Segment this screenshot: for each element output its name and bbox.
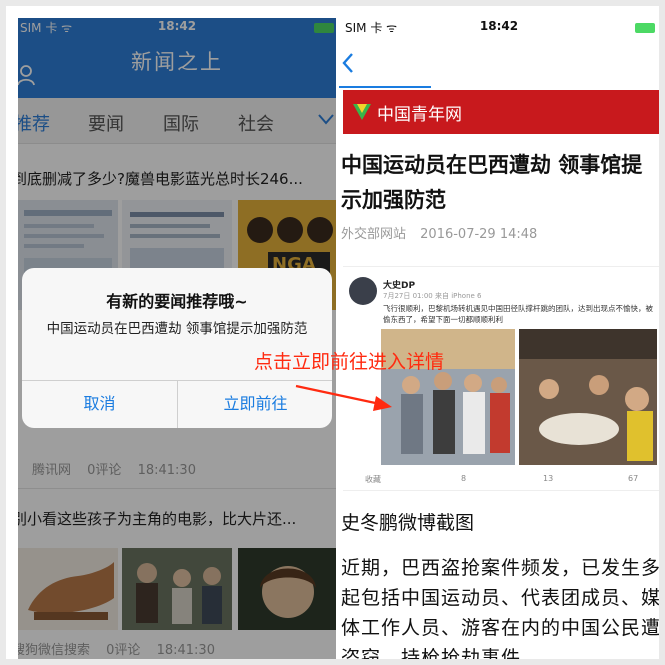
- source-name: 外交部网站: [341, 227, 407, 242]
- weibo-photo: [519, 329, 657, 465]
- publish-datetime: 2016-07-29 14:48: [420, 227, 538, 242]
- body-line: 近期，巴西盗抢案件频发，已发生多: [341, 557, 659, 579]
- avatar: [349, 277, 377, 305]
- weibo-actions: 收藏 8 13 67: [343, 470, 659, 490]
- publisher-banner: 中国青年网: [343, 90, 659, 134]
- repost-action[interactable]: 8: [461, 474, 466, 483]
- weibo-text: 飞行很顺利，巴黎机场转机遇见中国田径队撑杆跳的团队，达到出现点不愉快，被偷东西了…: [383, 304, 653, 324]
- body-line: 盗窃、持枪抢劫事件: [341, 647, 522, 659]
- like-action[interactable]: 67: [628, 474, 638, 483]
- battery-icon: [635, 23, 655, 33]
- publisher-name: 中国青年网: [377, 105, 462, 125]
- article-source: 外交部网站 2016-07-29 14:48: [341, 223, 547, 242]
- body-line: 起包括中国运动员、代表团成员、媒: [341, 587, 659, 609]
- cancel-button[interactable]: 取消: [22, 380, 177, 428]
- article-headline: 中国运动员在巴西遭劫 领事馆提示加强防范: [341, 153, 643, 212]
- news-list-screen: SIM 卡 ᯤ 18:42 新闻之上 推荐 要闻 国际 社会 到底删减了多少?魔…: [18, 18, 336, 659]
- article-body: 近期，巴西盗抢案件频发，已发生多 起包括中国运动员、代表团成员、媒 体工作人员、…: [341, 553, 659, 659]
- alert-title: 有新的要闻推荐哦~: [106, 292, 248, 311]
- weibo-screenshot: 大史DP 7月27日 01:00 来自 iPhone 6 飞行很顺利，巴黎机场转…: [343, 266, 659, 491]
- annotation-arrow-icon: [295, 384, 392, 411]
- body-line: 体工作人员、游客在内的中国公民遭: [341, 617, 659, 639]
- alert-message: 中国运动员在巴西遭劫 领事馆提示加强防范: [46, 321, 308, 337]
- load-progress-bar: [339, 86, 431, 88]
- weibo-meta: 7月27日 01:00 来自 iPhone 6: [383, 292, 482, 300]
- fav-action[interactable]: 收藏: [365, 474, 381, 485]
- clock: 18:42: [479, 19, 519, 33]
- weibo-username: 大史DP: [383, 281, 416, 291]
- image-caption: 史冬鹏微博截图: [341, 512, 475, 534]
- nav-bar: [339, 38, 659, 88]
- carrier-label: SIM 卡 ᯤ: [345, 21, 398, 35]
- status-bar: SIM 卡 ᯤ 18:42: [339, 18, 659, 38]
- publisher-logo-icon: [353, 104, 371, 120]
- article-detail-screen: SIM 卡 ᯤ 18:42 中国青年网 中国运动员在巴西遭劫 领事馆提示加强防范…: [339, 18, 659, 659]
- comment-action[interactable]: 13: [543, 474, 553, 483]
- screenshot-frame: SIM 卡 ᯤ 18:42 新闻之上 推荐 要闻 国际 社会 到底删减了多少?魔…: [0, 0, 665, 665]
- back-chevron-icon[interactable]: [341, 52, 355, 74]
- annotation-text: 点击立即前往进入详情: [254, 351, 445, 373]
